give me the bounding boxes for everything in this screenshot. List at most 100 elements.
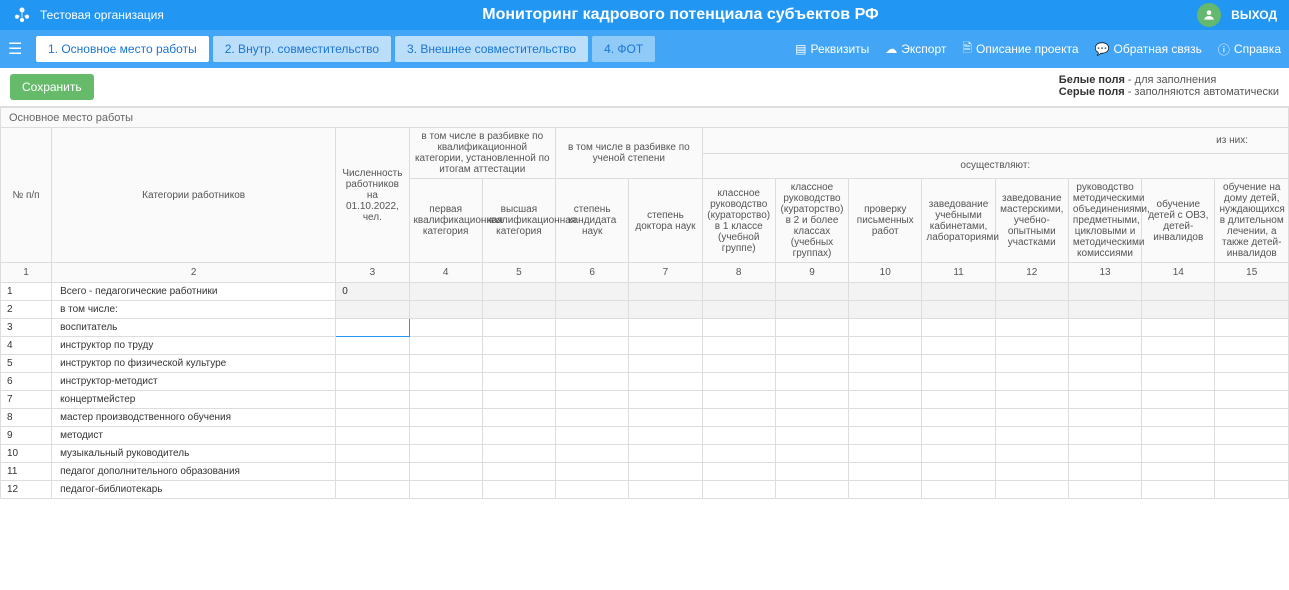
cell-14[interactable] <box>1142 427 1215 445</box>
cell-11[interactable] <box>922 409 995 427</box>
cell-14[interactable] <box>1142 463 1215 481</box>
cell-9[interactable] <box>775 391 848 409</box>
cell-6[interactable] <box>556 373 629 391</box>
description-link[interactable]: 🗎Описание проекта <box>962 39 1078 60</box>
cell-5[interactable] <box>482 355 555 373</box>
cell-3[interactable] <box>336 409 409 427</box>
cell-7[interactable] <box>629 355 702 373</box>
cell-5[interactable] <box>482 481 555 499</box>
cell-9[interactable] <box>775 373 848 391</box>
cell-4[interactable] <box>409 445 482 463</box>
cell-7[interactable] <box>629 427 702 445</box>
cell-4[interactable] <box>409 391 482 409</box>
cell-15[interactable] <box>1215 409 1289 427</box>
cell-14[interactable] <box>1142 481 1215 499</box>
cell-4[interactable] <box>409 409 482 427</box>
cell-10[interactable] <box>849 463 922 481</box>
cell-13[interactable] <box>1068 319 1141 337</box>
cell-11[interactable] <box>922 319 995 337</box>
cell-3[interactable] <box>336 373 409 391</box>
cell-10[interactable] <box>849 445 922 463</box>
cell-9[interactable] <box>775 445 848 463</box>
cell-8[interactable] <box>702 355 775 373</box>
cell-13[interactable] <box>1068 463 1141 481</box>
cell-14[interactable] <box>1142 373 1215 391</box>
cell-13[interactable] <box>1068 391 1141 409</box>
cell-15[interactable] <box>1215 319 1289 337</box>
cell-11[interactable] <box>922 391 995 409</box>
cell-11[interactable] <box>922 337 995 355</box>
cell-5[interactable] <box>482 427 555 445</box>
cell-3[interactable] <box>336 445 409 463</box>
cell-15[interactable] <box>1215 373 1289 391</box>
cell-7[interactable] <box>629 319 702 337</box>
cell-10[interactable] <box>849 337 922 355</box>
cell-11[interactable] <box>922 373 995 391</box>
cell-11[interactable] <box>922 427 995 445</box>
requisites-link[interactable]: ▤Реквизиты <box>795 39 869 60</box>
cell-7[interactable] <box>629 391 702 409</box>
cell-8[interactable] <box>702 337 775 355</box>
cell-6[interactable] <box>556 481 629 499</box>
cell-11[interactable] <box>922 355 995 373</box>
cell-14[interactable] <box>1142 409 1215 427</box>
cell-5[interactable] <box>482 319 555 337</box>
cell-11[interactable] <box>922 481 995 499</box>
cell-8[interactable] <box>702 427 775 445</box>
cell-14[interactable] <box>1142 337 1215 355</box>
cell-10[interactable] <box>849 481 922 499</box>
cell-9[interactable] <box>775 355 848 373</box>
cell-9[interactable] <box>775 481 848 499</box>
table-scroll[interactable]: Основное место работы № п/п Категории ра… <box>0 106 1289 588</box>
cell-10[interactable] <box>849 409 922 427</box>
cell-7[interactable] <box>629 373 702 391</box>
cell-8[interactable] <box>702 445 775 463</box>
menu-icon[interactable]: ☰ <box>8 39 30 59</box>
cell-13[interactable] <box>1068 373 1141 391</box>
cell-4[interactable] <box>409 481 482 499</box>
cell-5[interactable] <box>482 409 555 427</box>
cell-13[interactable] <box>1068 445 1141 463</box>
cell-5[interactable] <box>482 391 555 409</box>
cell-10[interactable] <box>849 391 922 409</box>
cell-15[interactable] <box>1215 445 1289 463</box>
cell-14[interactable] <box>1142 319 1215 337</box>
cell-7[interactable] <box>629 445 702 463</box>
cell-12[interactable] <box>995 355 1068 373</box>
cell-3[interactable] <box>336 427 409 445</box>
cell-7[interactable] <box>629 481 702 499</box>
cell-15[interactable] <box>1215 355 1289 373</box>
cell-11[interactable] <box>922 463 995 481</box>
cell-12[interactable] <box>995 445 1068 463</box>
cell-9[interactable] <box>775 463 848 481</box>
cell-8[interactable] <box>702 391 775 409</box>
cell-4[interactable] <box>409 319 482 337</box>
cell-12[interactable] <box>995 481 1068 499</box>
cell-12[interactable] <box>995 391 1068 409</box>
cell-8[interactable] <box>702 373 775 391</box>
cell-6[interactable] <box>556 463 629 481</box>
cell-6[interactable] <box>556 427 629 445</box>
cell-4[interactable] <box>409 373 482 391</box>
cell-6[interactable] <box>556 355 629 373</box>
cell-10[interactable] <box>849 319 922 337</box>
exit-link[interactable]: ВЫХОД <box>1231 8 1277 22</box>
avatar[interactable] <box>1197 3 1221 27</box>
cell-6[interactable] <box>556 409 629 427</box>
cell-15[interactable] <box>1215 337 1289 355</box>
cell-6[interactable] <box>556 319 629 337</box>
cell-4[interactable] <box>409 355 482 373</box>
cell-9[interactable] <box>775 427 848 445</box>
cell-15[interactable] <box>1215 481 1289 499</box>
cell-4[interactable] <box>409 427 482 445</box>
cell-12[interactable] <box>995 463 1068 481</box>
cell-5[interactable] <box>482 445 555 463</box>
cell-13[interactable] <box>1068 481 1141 499</box>
cell-5[interactable] <box>482 373 555 391</box>
save-button[interactable]: Сохранить <box>10 74 94 100</box>
cell-13[interactable] <box>1068 355 1141 373</box>
cell-7[interactable] <box>629 463 702 481</box>
cell-10[interactable] <box>849 355 922 373</box>
tab-fot[interactable]: 4. ФОТ <box>592 36 655 62</box>
cell-3[interactable] <box>336 337 409 355</box>
